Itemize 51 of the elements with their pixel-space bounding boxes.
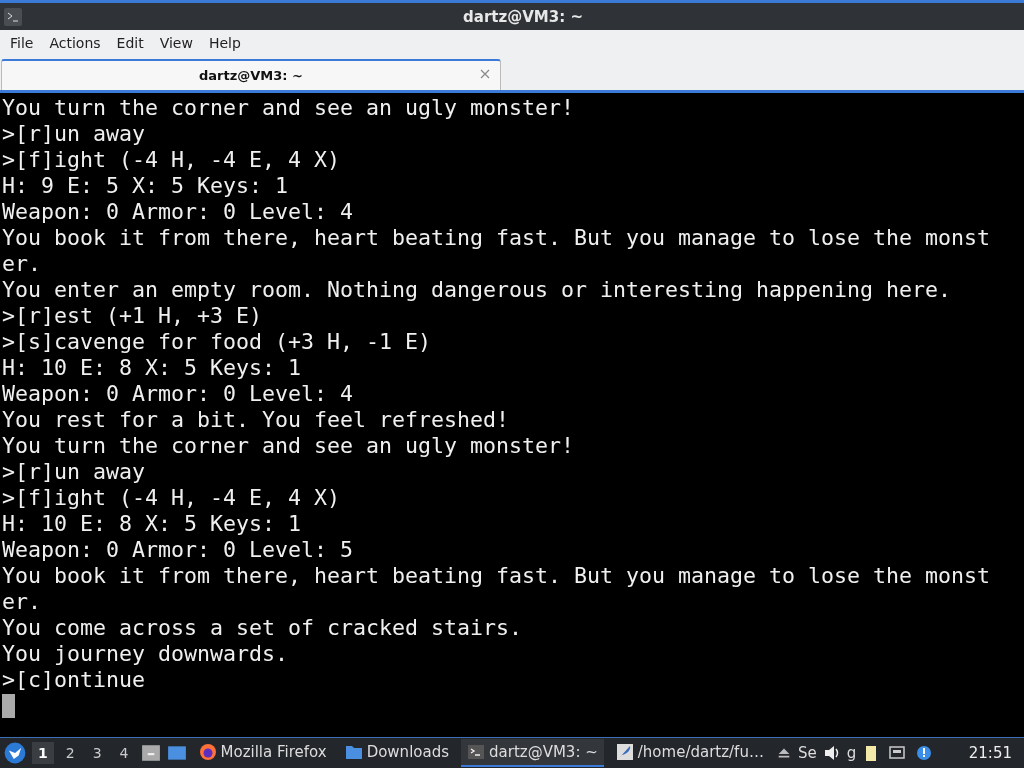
terminal-line: H: 9 E: 5 X: 5 Keys: 1	[2, 173, 289, 199]
terminal-line: Weapon: 0 Armor: 0 Level: 4	[2, 381, 354, 407]
terminal-line: You turn the corner and see an ugly monster!	[2, 95, 576, 121]
terminal-line: >[c]ontinue	[2, 667, 146, 693]
taskbar-button[interactable]: /home/dartz/fu…	[609, 739, 770, 767]
terminal-line: Weapon: 0 Armor: 0 Level: 5	[2, 537, 354, 563]
terminal-tab[interactable]: dartz@VM3: ~	[1, 59, 501, 90]
speaker-icon	[822, 744, 841, 762]
terminal-line: H: 10 E: 8 X: 5 Keys: 1	[2, 511, 302, 537]
taskbar-button[interactable]: Mozilla Firefox	[192, 739, 333, 767]
terminal-line: You rest for a bit. You feel refreshed!	[2, 407, 511, 433]
terminal-line: >[r]est (+1 H, +3 E)	[2, 303, 263, 329]
menu-item[interactable]: Help	[200, 35, 249, 51]
taskbar-button[interactable]: Downloads	[338, 739, 455, 767]
text-cursor	[2, 694, 15, 718]
menu-item[interactable]: Edit	[108, 35, 152, 51]
firefox-icon	[198, 743, 217, 761]
terminal-line: >[s]cavenge for food (+3 H, -1 E)	[2, 329, 433, 355]
terminal-line: er.	[2, 589, 42, 615]
window-title: dartz@VM3: ~	[462, 7, 584, 26]
workspace-button[interactable]: 1	[32, 742, 54, 764]
window-icon	[166, 743, 187, 763]
workspace-button[interactable]: 3	[86, 742, 108, 764]
terminal-line: Weapon: 0 Armor: 0 Level: 4	[2, 199, 354, 225]
folder-icon	[344, 743, 363, 761]
file-cabinet-icon	[140, 743, 161, 763]
terminal-line: You book it from there, heart beating fast. But you manage to lose the monst	[2, 225, 992, 251]
close-icon[interactable]	[480, 69, 490, 79]
menu-item[interactable]: File	[2, 35, 42, 51]
terminal-line: >[f]ight (-4 H, -4 E, 4 X)	[2, 485, 341, 511]
terminal-line: You turn the corner and see an ugly monster!	[2, 433, 576, 459]
terminal-line: You journey downwards.	[2, 641, 289, 667]
tray-text: Se	[797, 744, 817, 762]
taskbar-button[interactable]: dartz@VM3: ~	[461, 739, 604, 767]
terminal-line: >[f]ight (-4 H, -4 E, 4 X)	[2, 147, 341, 173]
terminal-line: You book it from there, heart beating fast. But you manage to lose the monst	[2, 563, 992, 589]
terminal-line: You come across a set of cracked stairs.	[2, 615, 524, 641]
feather-icon	[615, 743, 634, 761]
tray-text: g	[846, 744, 857, 762]
clock: 21:51	[968, 744, 1012, 762]
terminal-line: er.	[2, 251, 42, 277]
terminal-icon	[4, 7, 22, 26]
workspace-button[interactable]: 2	[59, 742, 81, 764]
workspace-button[interactable]: 4	[113, 742, 135, 764]
menu-item[interactable]: View	[151, 35, 201, 51]
menu-item[interactable]: Actions	[41, 35, 109, 51]
terminal-line: You enter an empty room. Nothing dangerous or interesting happening here.	[2, 277, 953, 303]
terminal-line: >[r]un away	[2, 121, 146, 147]
terminal-icon	[467, 743, 485, 761]
terminal-line: >[r]un away	[2, 459, 146, 485]
terminal-line: H: 10 E: 8 X: 5 Keys: 1	[2, 355, 302, 381]
